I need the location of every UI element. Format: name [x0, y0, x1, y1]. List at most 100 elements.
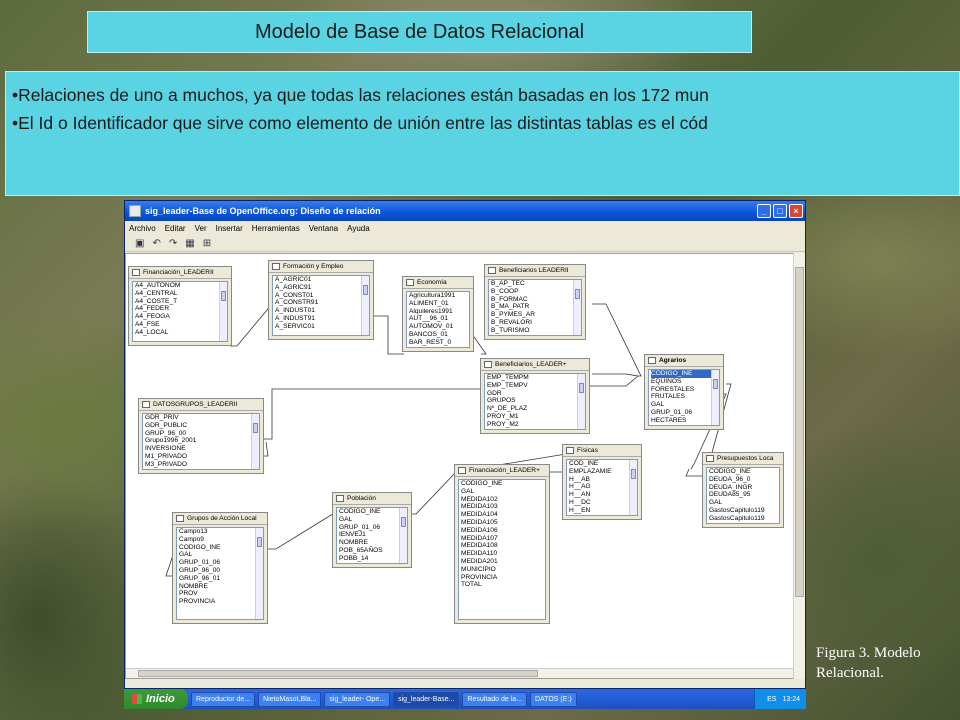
field-item[interactable]: Campo13: [179, 528, 263, 536]
field-item[interactable]: HECTARES: [651, 417, 719, 425]
table-datosgrupos-leaderii[interactable]: DATOSGRUPOS_LEADERII GDR_PRIV GDR_PUBLIC…: [138, 398, 264, 474]
field-item[interactable]: GRUP_96_00: [179, 567, 263, 575]
table-poblacion[interactable]: Población CODIGO_INE GAL GRUP_01_06 IENV…: [332, 492, 412, 568]
undo-icon[interactable]: ↶: [152, 238, 160, 249]
table-financiacion-leader-plus[interactable]: Financiación_LEADER+ CODIGO_INE GAL MEDI…: [454, 464, 550, 624]
table-formacion-empleo[interactable]: Formación y Empleo A_AGRIC01 A_AGRIC91 A…: [268, 260, 374, 340]
relation-canvas[interactable]: Financiación_LEADERII A4_AUTONÓM A4_CENT…: [125, 253, 794, 679]
horizontal-scrollbar[interactable]: [126, 668, 793, 678]
table-financiacion-leaderii[interactable]: Financiación_LEADERII A4_AUTONÓM A4_CENT…: [128, 266, 232, 346]
field-item[interactable]: ALIMENT_01: [409, 300, 469, 308]
field-item[interactable]: GRUP_01_06: [651, 409, 719, 417]
table-grupos-accion-local[interactable]: Grupos de Acción Local Campo13 Campo9 CO…: [172, 512, 268, 624]
field-item[interactable]: A4_FSE: [135, 321, 227, 329]
field-list[interactable]: A4_AUTONÓM A4_CENTRAL A4_COSTE_T A4_FEDE…: [132, 281, 228, 342]
field-item[interactable]: A_AGRIC91: [275, 284, 369, 292]
field-item[interactable]: FORESTALES: [651, 386, 719, 394]
field-item[interactable]: M1_PRIVADO: [145, 453, 259, 461]
field-item[interactable]: A4_LOCAL: [135, 329, 227, 337]
scrollbar-thumb[interactable]: [138, 670, 538, 677]
field-item[interactable]: BAR_REST_0: [409, 339, 469, 347]
field-item[interactable]: Alquileres1991: [409, 308, 469, 316]
field-item[interactable]: Nº_DE_PLAZ: [487, 405, 585, 413]
field-item[interactable]: GDR_PUBLIC: [145, 422, 259, 430]
taskbar-item[interactable]: sig_leader- Ope...: [324, 691, 391, 707]
menu-archivo[interactable]: Archivo: [129, 224, 156, 233]
field-item[interactable]: NOMBRE: [179, 583, 263, 591]
field-scrollbar[interactable]: [219, 282, 227, 341]
field-item[interactable]: A4_COSTE_T: [135, 298, 227, 306]
field-list[interactable]: Campo13 Campo9 CODIGO_INE GAL GRUP_01_06…: [176, 527, 264, 620]
field-list[interactable]: B_AP_TEC B_COOP B_FORMAC B_MA_PATR B_PYM…: [488, 279, 582, 336]
field-item[interactable]: H__AN: [569, 491, 637, 499]
taskbar-item[interactable]: Resultado de la...: [462, 691, 527, 707]
taskbar-item[interactable]: DATOS (E:): [529, 691, 577, 707]
field-item[interactable]: MEDIDA107: [461, 535, 545, 543]
field-scrollbar[interactable]: [361, 276, 369, 335]
field-item[interactable]: H__AG: [569, 483, 637, 491]
field-item[interactable]: A_SERVIC01: [275, 323, 369, 331]
table-presupuestos-locales[interactable]: Presupuestos Loca CÓDIGO_INE DEUDA_96_0 …: [702, 452, 784, 528]
field-item[interactable]: GAL: [709, 499, 779, 507]
minimize-icon[interactable]: _: [757, 204, 771, 218]
field-item[interactable]: M3_PRIVADO: [145, 461, 259, 469]
field-item[interactable]: POBB_14: [339, 555, 407, 563]
field-item[interactable]: B_TURISMO: [491, 327, 581, 335]
scrollbar-thumb[interactable]: [795, 267, 804, 597]
field-item[interactable]: GRUP_01_06: [179, 559, 263, 567]
menu-ver[interactable]: Ver: [195, 224, 207, 233]
field-item[interactable]: EQUINOS: [651, 378, 719, 386]
field-item[interactable]: A4_FEOGA: [135, 313, 227, 321]
taskbar-item[interactable]: NietoMasot,Bla...: [258, 691, 322, 707]
field-item[interactable]: FRUTALES: [651, 393, 719, 401]
field-scrollbar[interactable]: [255, 528, 263, 619]
field-item[interactable]: COD_INE: [569, 460, 637, 468]
field-item[interactable]: POB_65AÑOS: [339, 547, 407, 555]
field-scrollbar[interactable]: [577, 374, 585, 429]
field-item[interactable]: A_AGRIC01: [275, 276, 369, 284]
field-item[interactable]: CODIGO_INE: [339, 508, 407, 516]
menu-insertar[interactable]: Insertar: [216, 224, 243, 233]
field-item[interactable]: CÓDIGO_INE: [709, 468, 779, 476]
field-item[interactable]: GAL: [461, 488, 545, 496]
redo-icon[interactable]: ↷: [169, 238, 177, 249]
field-item[interactable]: Grupo1996_2001: [145, 437, 259, 445]
field-item[interactable]: H__AB: [569, 476, 637, 484]
field-item[interactable]: EMP_TEMPV: [487, 382, 585, 390]
field-item[interactable]: DEUDA_INGR: [709, 484, 779, 492]
menu-herramientas[interactable]: Herramientas: [252, 224, 300, 233]
field-item[interactable]: GastosCapitulo119: [709, 507, 779, 515]
field-item[interactable]: AUTOMOV_01: [409, 323, 469, 331]
table-agrarios[interactable]: Agrarios CODIGO_INE EQUINOS FORESTALES F…: [644, 354, 724, 430]
field-item[interactable]: MEDIDA102: [461, 496, 545, 504]
menu-ventana[interactable]: Ventana: [309, 224, 338, 233]
field-item[interactable]: GRUP_01_06: [339, 524, 407, 532]
field-list[interactable]: CODIGO_INE EQUINOS FORESTALES FRUTALES G…: [648, 369, 720, 426]
field-scrollbar[interactable]: [629, 460, 637, 515]
field-list[interactable]: CÓDIGO_INE DEUDA_96_0 DEUDA_INGR DEUDA85…: [706, 467, 780, 524]
field-scrollbar[interactable]: [573, 280, 581, 335]
add-table-icon[interactable]: ▦: [185, 238, 194, 249]
field-item[interactable]: Agricultura1991: [409, 292, 469, 300]
field-item[interactable]: H__EN: [569, 507, 637, 515]
field-item[interactable]: DEUDA85_95: [709, 491, 779, 499]
field-item[interactable]: TOTAL: [461, 581, 545, 589]
field-list[interactable]: CODIGO_INE GAL GRUP_01_06 IENVEJ1 NOMBRE…: [336, 507, 408, 564]
field-item[interactable]: B_COOP: [491, 288, 581, 296]
field-item[interactable]: MEDIDA104: [461, 511, 545, 519]
taskbar-item[interactable]: Reproductor de...: [191, 691, 256, 707]
field-item[interactable]: H__DC: [569, 499, 637, 507]
field-item[interactable]: B_REVALORI: [491, 319, 581, 327]
language-indicator[interactable]: ES: [767, 696, 776, 703]
close-icon[interactable]: ×: [789, 204, 803, 218]
menu-ayuda[interactable]: Ayuda: [347, 224, 370, 233]
field-item[interactable]: GAL: [651, 401, 719, 409]
field-item[interactable]: Campo9: [179, 536, 263, 544]
field-item[interactable]: B_FORMAC: [491, 296, 581, 304]
field-item[interactable]: GDR_PRIV: [145, 414, 259, 422]
field-item[interactable]: INVERSIONE: [145, 445, 259, 453]
field-list[interactable]: Agricultura1991 ALIMENT_01 Alquileres199…: [406, 291, 470, 348]
window-titlebar[interactable]: sig_leader-Base de OpenOffice.org: Diseñ…: [125, 201, 805, 221]
field-item[interactable]: GDR: [487, 390, 585, 398]
field-item[interactable]: GRUP_96_00: [145, 430, 259, 438]
